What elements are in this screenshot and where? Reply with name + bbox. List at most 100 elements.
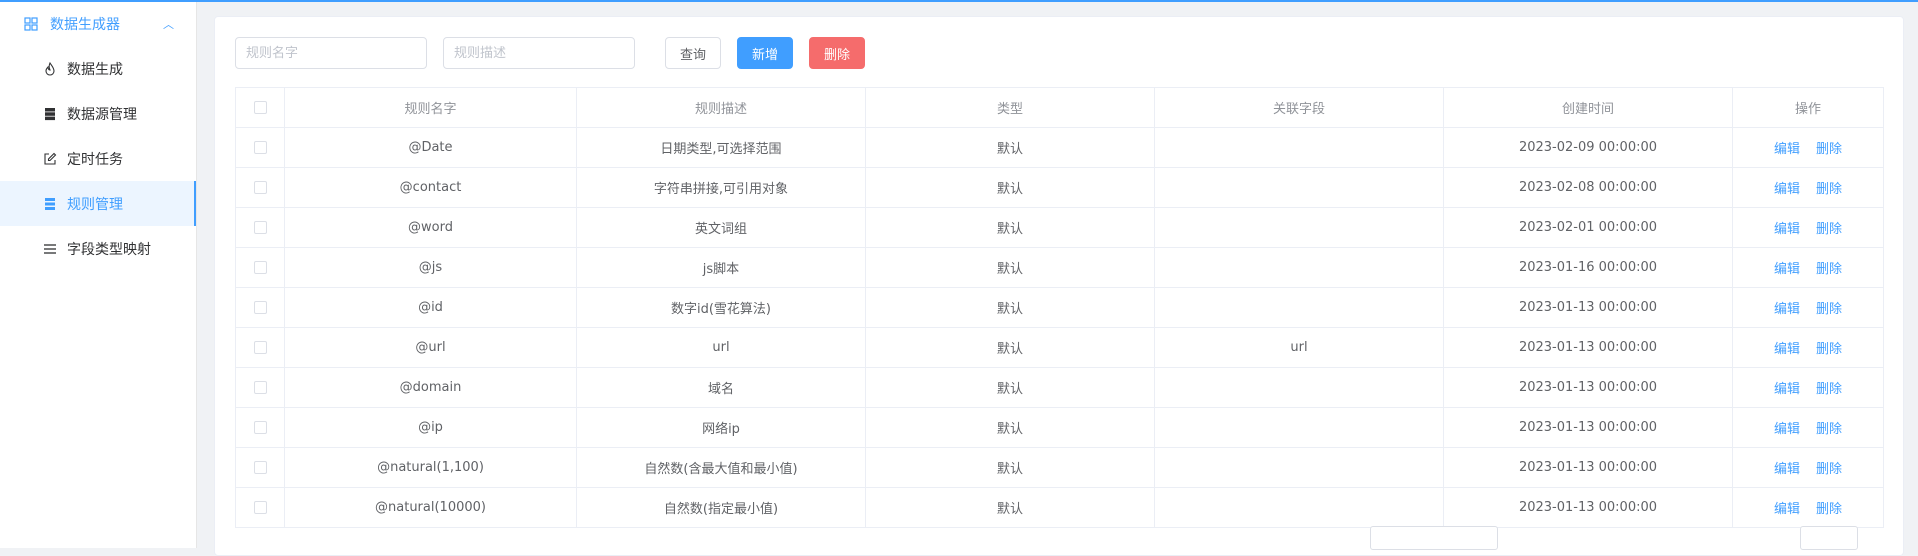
row-select-cell (235, 247, 285, 288)
pagination-jumper[interactable] (1800, 526, 1858, 550)
row-select-cell (235, 487, 285, 528)
menu-group-data-generator[interactable]: 数据生成器 ︿ (0, 2, 196, 46)
row-checkbox[interactable] (253, 341, 267, 354)
row-checkbox[interactable] (253, 181, 267, 194)
cell-created-time: 2023-01-13 00:00:00 (1443, 327, 1733, 368)
delete-link[interactable]: 删除 (1816, 262, 1842, 277)
sidebar-item-label: 数据生成 (67, 61, 123, 78)
cell-rule-name: @ip (284, 407, 577, 448)
row-select-cell (235, 407, 285, 448)
cell-operations: 编辑 删除 (1732, 207, 1884, 248)
row-checkbox[interactable] (253, 461, 267, 474)
delete-link[interactable]: 删除 (1816, 422, 1842, 437)
delete-link[interactable]: 删除 (1816, 142, 1842, 157)
sidebar-item-2[interactable]: 定时任务 (0, 136, 196, 181)
row-checkbox[interactable] (253, 261, 267, 274)
query-button[interactable]: 查询 (665, 37, 722, 69)
delete-link[interactable]: 删除 (1816, 342, 1842, 357)
delete-link[interactable]: 删除 (1816, 182, 1842, 197)
edit-link[interactable]: 编辑 (1774, 462, 1800, 477)
delete-button[interactable]: 删除 (809, 37, 866, 69)
sidebar-item-0[interactable]: 数据生成 (0, 46, 196, 91)
header-rule-desc: 规则描述 (576, 87, 866, 128)
cell-rule-desc: 字符串拼接,可引用对象 (576, 167, 866, 208)
edit-link[interactable]: 编辑 (1774, 382, 1800, 397)
cell-created-time: 2023-02-09 00:00:00 (1443, 127, 1733, 168)
cell-created-time: 2023-02-08 00:00:00 (1443, 167, 1733, 208)
cell-type: 默认 (865, 247, 1155, 288)
row-checkbox[interactable] (253, 301, 267, 314)
cell-operations: 编辑 删除 (1732, 447, 1884, 488)
delete-link[interactable]: 删除 (1816, 462, 1842, 477)
edit-link[interactable]: 编辑 (1774, 302, 1800, 317)
cell-type: 默认 (865, 327, 1155, 368)
cell-rule-name: @word (284, 207, 577, 248)
select-all-cell (235, 87, 285, 128)
row-checkbox[interactable] (253, 421, 267, 434)
edit-icon (43, 152, 57, 166)
search-toolbar: 查询 新增 删除 (235, 37, 881, 69)
table-row: @js js脚本 默认 2023-01-16 00:00:00 编辑 删除 (235, 247, 1884, 288)
cell-rule-name: @Date (284, 127, 577, 168)
cell-type: 默认 (865, 407, 1155, 448)
edit-link[interactable]: 编辑 (1774, 222, 1800, 237)
edit-link[interactable]: 编辑 (1774, 342, 1800, 357)
cell-type: 默认 (865, 447, 1155, 488)
rule-name-input[interactable] (235, 37, 427, 69)
edit-link[interactable]: 编辑 (1774, 182, 1800, 197)
table-row: @word 英文词组 默认 2023-02-01 00:00:00 编辑 删除 (235, 207, 1884, 248)
row-checkbox[interactable] (253, 221, 267, 234)
cell-operations: 编辑 删除 (1732, 327, 1884, 368)
row-select-cell (235, 287, 285, 328)
sidebar-item-4[interactable]: 字段类型映射 (0, 226, 196, 271)
menu-icon (43, 242, 57, 256)
cell-related-field (1154, 167, 1444, 208)
delete-link[interactable]: 删除 (1816, 302, 1842, 317)
grid-icon (24, 17, 38, 31)
cell-operations: 编辑 删除 (1732, 367, 1884, 408)
cell-rule-desc: 数字id(雪花算法) (576, 287, 866, 328)
flame-icon (43, 61, 57, 76)
table-row: @domain 域名 默认 2023-01-13 00:00:00 编辑 删除 (235, 367, 1884, 408)
table-row: @Date 日期类型,可选择范围 默认 2023-02-09 00:00:00 编辑 删除 (235, 127, 1884, 168)
table-row: @url url 默认 url 2023-01-13 00:00:00 编辑 删除 (235, 327, 1884, 368)
select-all-checkbox[interactable] (253, 101, 267, 114)
row-checkbox[interactable] (253, 141, 267, 154)
table-row: @ip 网络ip 默认 2023-01-13 00:00:00 编辑 删除 (235, 407, 1884, 448)
sidebar-item-3[interactable]: 规则管理 (0, 181, 196, 226)
row-select-cell (235, 207, 285, 248)
cell-created-time: 2023-01-13 00:00:00 (1443, 487, 1733, 528)
edit-link[interactable]: 编辑 (1774, 422, 1800, 437)
header-created-time: 创建时间 (1443, 87, 1733, 128)
cell-created-time: 2023-01-13 00:00:00 (1443, 287, 1733, 328)
delete-link[interactable]: 删除 (1816, 222, 1842, 237)
sidebar-item-1[interactable]: 数据源管理 (0, 91, 196, 136)
main-panel: 查询 新增 删除 规则名字 规则描述 类型 关联字段 创建时间 操作 @Date… (214, 16, 1904, 556)
edit-link[interactable]: 编辑 (1774, 142, 1800, 157)
row-checkbox[interactable] (253, 381, 267, 394)
cell-operations: 编辑 删除 (1732, 487, 1884, 528)
cell-related-field (1154, 367, 1444, 408)
row-checkbox[interactable] (253, 501, 267, 514)
cell-rule-desc: 网络ip (576, 407, 866, 448)
list-icon (43, 197, 57, 211)
delete-link[interactable]: 删除 (1816, 382, 1842, 397)
top-accent-line (0, 0, 1918, 2)
add-button[interactable]: 新增 (737, 37, 794, 69)
delete-link[interactable]: 删除 (1816, 502, 1842, 517)
row-select-cell (235, 447, 285, 488)
cell-rule-desc: js脚本 (576, 247, 866, 288)
table-row: @natural(1,100) 自然数(含最大值和最小值) 默认 2023-01-13… (235, 447, 1884, 488)
pagination-sizes[interactable] (1370, 526, 1498, 550)
cell-operations: 编辑 删除 (1732, 287, 1884, 328)
cell-rule-name: @contact (284, 167, 577, 208)
rule-desc-input[interactable] (443, 37, 635, 69)
cell-operations: 编辑 删除 (1732, 407, 1884, 448)
chevron-up-icon: ︿ (163, 18, 174, 31)
edit-link[interactable]: 编辑 (1774, 262, 1800, 277)
menu-group-label: 数据生成器 (50, 17, 120, 33)
edit-link[interactable]: 编辑 (1774, 502, 1800, 517)
sidebar-item-label: 定时任务 (67, 151, 123, 168)
cell-related-field (1154, 247, 1444, 288)
cell-created-time: 2023-02-01 00:00:00 (1443, 207, 1733, 248)
